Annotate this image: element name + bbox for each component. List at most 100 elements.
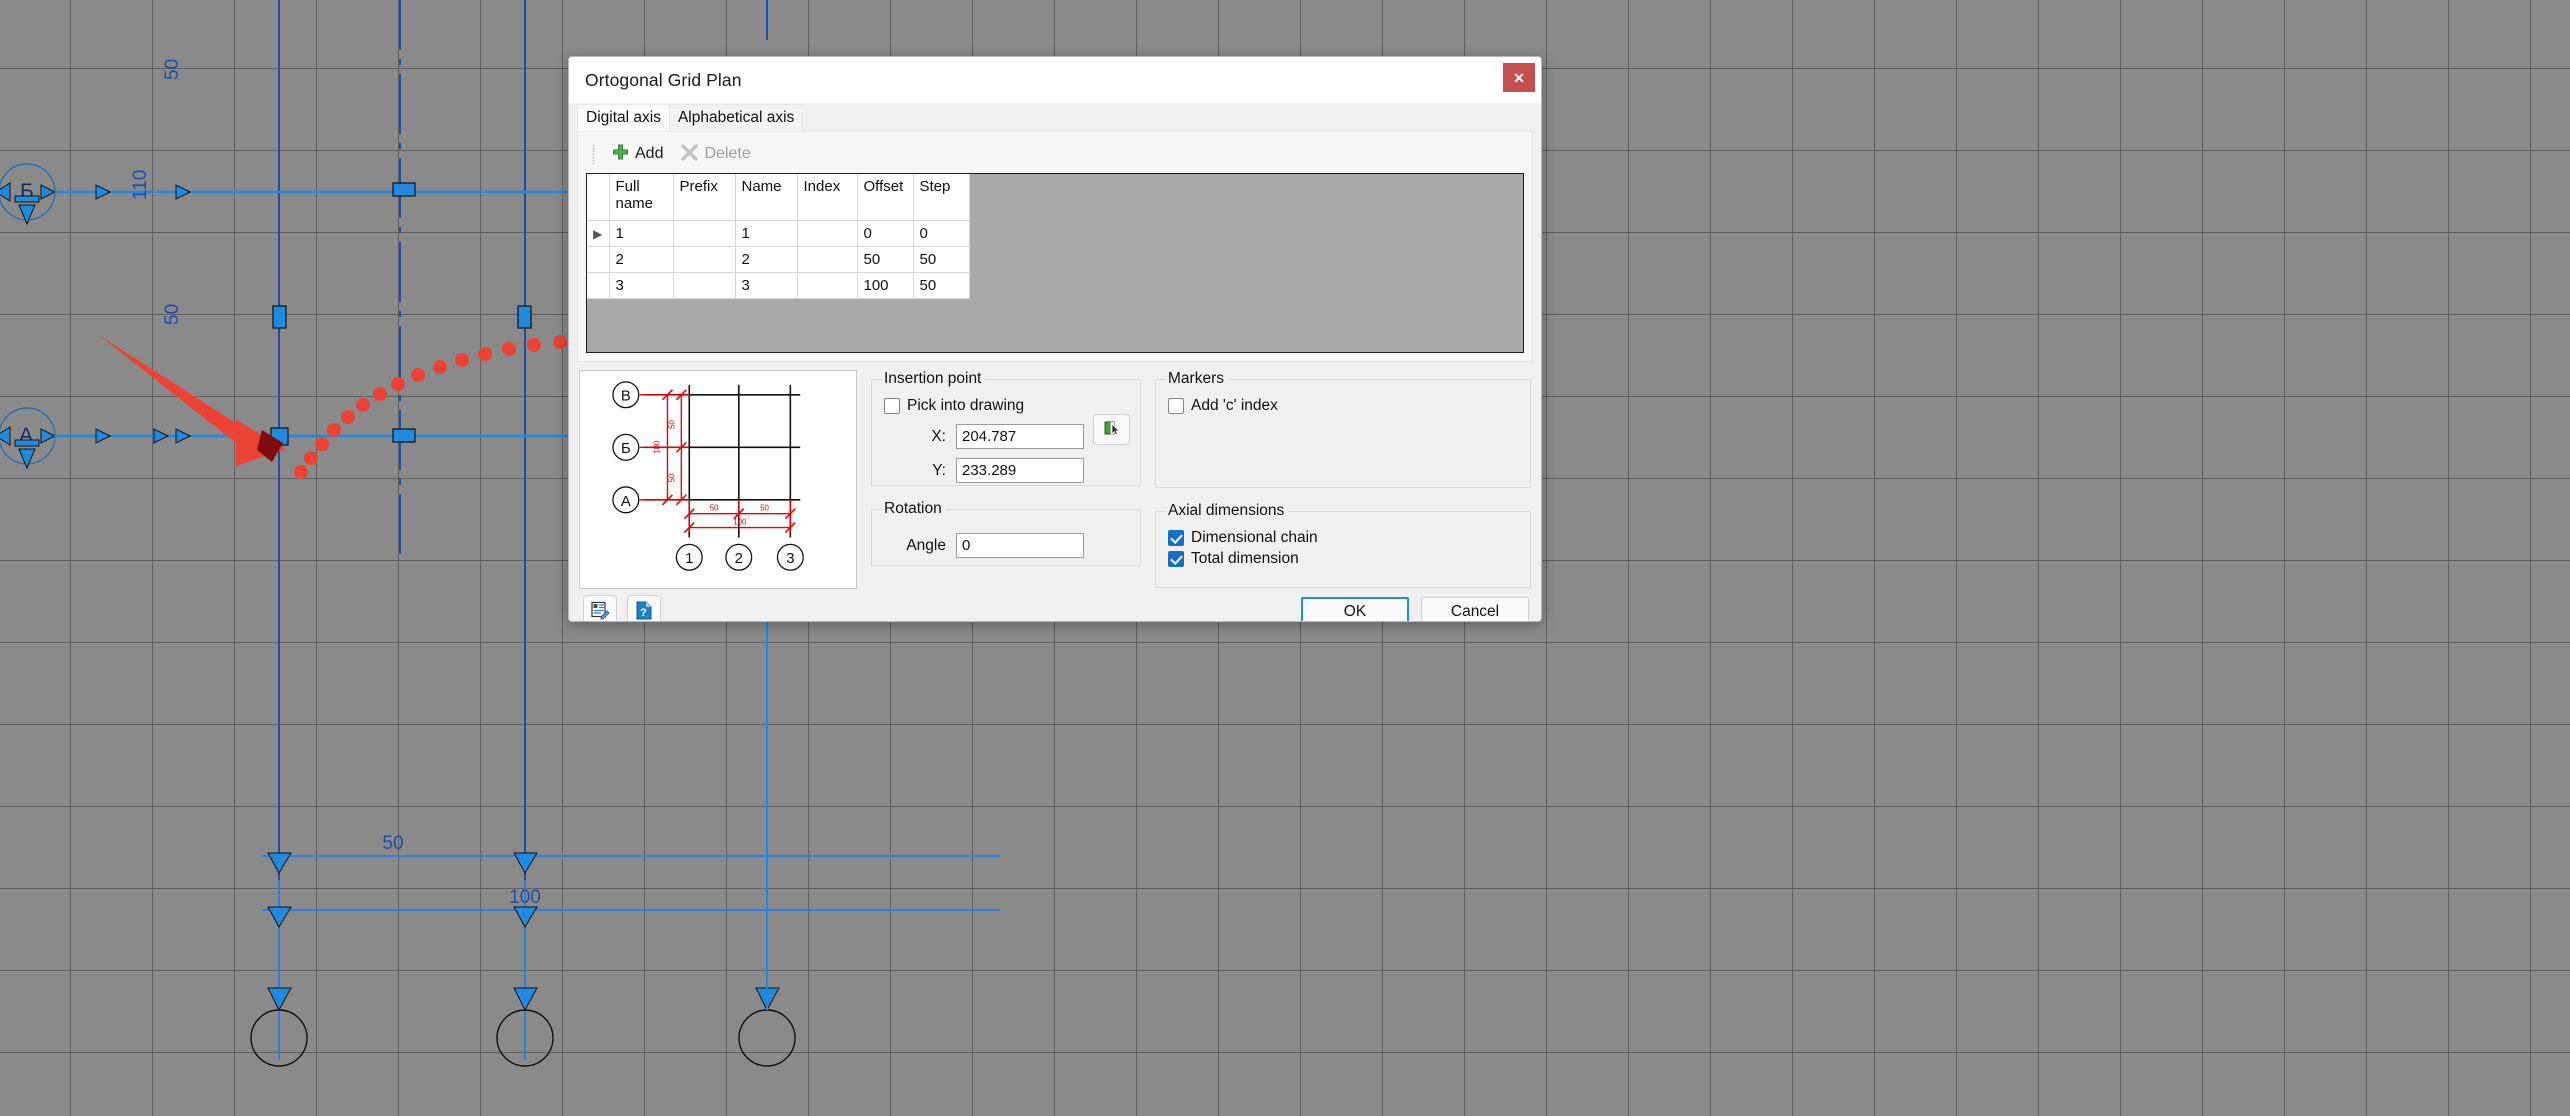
table-header-name[interactable]: Name [735, 174, 798, 221]
insertion-rotation-column: Insertion point Pick into drawing X: 204… [871, 370, 1141, 589]
dimensional-chain-checkbox-row[interactable]: Dimensional chain [1168, 529, 1520, 547]
y-input[interactable] [956, 458, 1084, 483]
tab-strip: Digital axis Alphabetical axis [569, 103, 1541, 131]
table-header-full-name[interactable]: Full name [609, 174, 674, 221]
row-indicator [587, 246, 610, 273]
cell-index[interactable] [797, 272, 858, 299]
grid-preview: В Б А 1 2 3 50 50 100 50 50 100 [579, 370, 857, 589]
pick-point-button[interactable] [1093, 414, 1130, 445]
settings-button[interactable] [583, 595, 617, 621]
cell-full-name[interactable]: 1 [609, 220, 674, 247]
preview-col-label-3: 3 [786, 551, 794, 567]
total-dimension-checkbox-row[interactable]: Total dimension [1168, 550, 1520, 568]
help-button[interactable]: ? [627, 595, 661, 621]
cell-offset[interactable]: 0 [857, 220, 914, 247]
cancel-button[interactable]: Cancel [1421, 596, 1529, 621]
rotation-legend: Rotation [884, 500, 942, 517]
insertion-point-group: Insertion point Pick into drawing X: 204… [871, 370, 1141, 486]
annotation-arrow [100, 336, 286, 466]
add-c-index-checkbox-row[interactable]: Add 'c' index [1168, 397, 1520, 415]
cell-step[interactable]: 50 [913, 246, 970, 273]
preview-vdim-total: 100 [653, 440, 662, 454]
pick-into-drawing-checkbox[interactable] [884, 398, 900, 414]
add-button-label: Add [635, 145, 664, 162]
rotation-group: Rotation Angle [871, 500, 1141, 566]
cell-step[interactable]: 50 [913, 272, 970, 299]
help-document-icon: ? [635, 601, 654, 621]
dialog-footer: ? OK Cancel [569, 589, 1541, 621]
cell-name[interactable]: 3 [735, 272, 798, 299]
row-indicator: ▶ [587, 220, 610, 247]
angle-field-row: Angle [882, 533, 1130, 558]
preview-row-label-b: Б [621, 441, 631, 457]
cell-full-name[interactable]: 3 [609, 272, 674, 299]
markers-axial-column: Markers Add 'c' index Axial dimensions D… [1155, 370, 1531, 589]
pick-point-icon [1104, 420, 1120, 439]
ok-button[interactable]: OK [1301, 596, 1409, 621]
cell-prefix[interactable] [673, 220, 736, 247]
axis-table-container[interactable]: Full name Prefix Name Index Offset Step … [586, 173, 1524, 353]
tab-digital-axis[interactable]: Digital axis [577, 103, 670, 131]
table-header-index[interactable]: Index [797, 174, 858, 221]
preview-col-label-2: 2 [735, 551, 743, 567]
grip-square [517, 305, 532, 329]
dim-label-50-bottom: 50 [382, 833, 403, 854]
preview-vdim-2: 50 [667, 473, 676, 482]
markers-group: Markers Add 'c' index [1155, 370, 1531, 488]
table-row[interactable]: ▶ 1 1 0 0 [587, 220, 970, 247]
cell-prefix[interactable] [673, 246, 736, 273]
close-icon[interactable]: ✕ [1503, 63, 1535, 92]
cell-prefix[interactable] [673, 272, 736, 299]
pick-into-drawing-label: Pick into drawing [907, 397, 1025, 414]
insertion-point-legend: Insertion point [884, 370, 982, 387]
dimensional-chain-checkbox[interactable] [1168, 530, 1184, 546]
cell-name[interactable]: 2 [735, 246, 798, 273]
table-header-prefix[interactable]: Prefix [673, 174, 736, 221]
cell-offset[interactable]: 100 [857, 272, 914, 299]
grip-square [392, 428, 416, 443]
dim-label-50-top: 50 [162, 59, 183, 80]
cell-index[interactable] [797, 246, 858, 273]
add-c-index-checkbox[interactable] [1168, 398, 1184, 414]
total-dimension-checkbox[interactable] [1168, 551, 1184, 567]
cell-step[interactable]: 0 [913, 220, 970, 247]
edit-list-icon [590, 601, 610, 621]
y-field-row: Y: [882, 458, 1130, 483]
table-row[interactable]: 2 2 50 50 [587, 246, 970, 273]
toolbar-grip [592, 144, 595, 164]
table-header-offset[interactable]: Offset [857, 174, 914, 221]
x-label: X: [931, 427, 946, 445]
x-icon [681, 144, 699, 164]
grid-preview-diagram: В Б А 1 2 3 50 50 100 50 50 100 [612, 381, 804, 571]
angle-label: Angle [906, 536, 946, 554]
preview-vdim-1: 50 [667, 420, 676, 429]
cell-index[interactable] [797, 220, 858, 247]
cell-offset[interactable]: 50 [857, 246, 914, 273]
axis-table: Full name Prefix Name Index Offset Step … [587, 174, 970, 299]
table-row[interactable]: 3 3 100 50 [587, 272, 970, 299]
grip-square [392, 182, 416, 197]
cell-full-name[interactable]: 2 [609, 246, 674, 273]
svg-text:?: ? [640, 607, 647, 619]
total-dimension-label: Total dimension [1191, 550, 1299, 567]
preview-hdim-total: 100 [733, 518, 747, 527]
angle-input[interactable] [956, 533, 1084, 558]
delete-button[interactable]: Delete [674, 142, 757, 166]
plus-icon [612, 144, 629, 164]
dim-label-50-mid: 50 [162, 304, 183, 325]
pick-into-drawing-checkbox-row[interactable]: Pick into drawing [884, 397, 1130, 415]
row-indicator [587, 272, 610, 299]
preview-hdim-2: 50 [760, 504, 769, 513]
delete-button-label: Delete [704, 145, 751, 162]
tab-alphabetical-axis[interactable]: Alphabetical axis [668, 103, 804, 131]
add-button[interactable]: Add [605, 142, 670, 166]
x-input[interactable] [956, 424, 1084, 449]
preview-row-label-a: А [621, 494, 631, 510]
table-header-step[interactable]: Step [913, 174, 970, 221]
cell-name[interactable]: 1 [735, 220, 798, 247]
dialog-body: Digital axis Alphabetical axis Add Delet… [569, 103, 1541, 621]
ortogonal-grid-plan-dialog: Ortogonal Grid Plan ✕ Digital axis Alpha… [568, 56, 1542, 622]
preview-hdim-1: 50 [710, 504, 719, 513]
preview-row-label-v: В [621, 389, 631, 405]
dialog-titlebar: Ortogonal Grid Plan ✕ [569, 57, 1541, 103]
